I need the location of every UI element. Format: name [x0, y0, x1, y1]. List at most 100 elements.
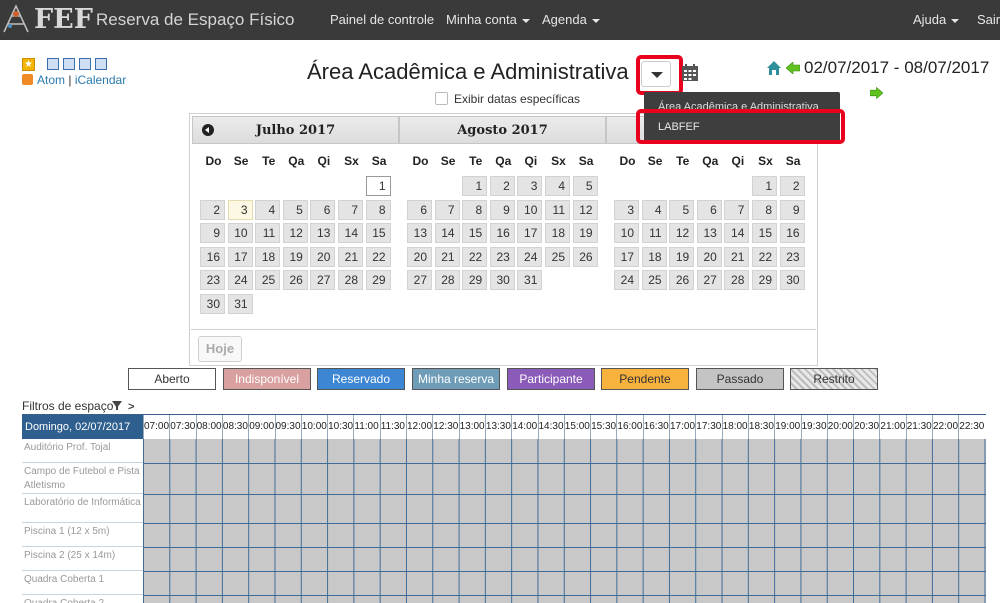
calendar-day[interactable]: 12 [282, 223, 308, 243]
room-label[interactable]: Piscina 2 (25 x 14m) [22, 547, 143, 571]
calendar-day[interactable]: 17 [517, 223, 543, 243]
calendar-day[interactable]: 24 [227, 270, 253, 290]
calendar-day[interactable]: 1 [752, 176, 777, 196]
calendar-day[interactable]: 8 [462, 199, 488, 220]
room-label[interactable]: Laboratório de Informática [22, 494, 143, 523]
calendar-day[interactable]: 4 [641, 199, 667, 220]
calendar-day[interactable]: 7 [338, 199, 363, 220]
calendar-day[interactable]: 12 [669, 223, 695, 243]
calendar-day[interactable]: 3 [614, 199, 639, 220]
calendar-day[interactable]: 14 [724, 223, 750, 243]
calendar-day[interactable]: 29 [462, 270, 488, 290]
calendar-day[interactable]: 23 [200, 270, 225, 290]
calendar-day[interactable]: 2 [489, 176, 515, 196]
icalendar-link[interactable]: iCalendar [75, 73, 126, 87]
calendar-day[interactable]: 3 [517, 176, 543, 196]
today-button[interactable]: Hoje [198, 336, 242, 362]
view-day-icon[interactable] [47, 58, 59, 70]
calendar-day[interactable]: 18 [255, 246, 281, 267]
calendar-day[interactable]: 1 [365, 176, 391, 196]
calendar-day[interactable]: 10 [614, 223, 639, 243]
calendar-day[interactable]: 4 [545, 176, 570, 196]
room-label[interactable]: Quadra Coberta 2 [22, 595, 143, 603]
view-month-icon[interactable] [95, 58, 107, 70]
calendar-day[interactable]: 16 [779, 223, 805, 243]
calendar-day[interactable]: 2 [779, 176, 805, 196]
calendar-day[interactable]: 28 [434, 270, 460, 290]
specific-dates-checkbox[interactable] [435, 92, 448, 105]
calendar-day[interactable]: 13 [310, 223, 336, 243]
nav-painel-de-controle[interactable]: Painel de controle [330, 12, 434, 27]
calendar-day[interactable]: 14 [434, 223, 460, 243]
nav-sair[interactable]: Sair [977, 12, 1000, 27]
calendar-day[interactable]: 8 [365, 199, 391, 220]
calendar-day[interactable]: 3 [227, 199, 253, 220]
calendar-day[interactable]: 29 [752, 270, 777, 290]
calendar-day[interactable]: 13 [407, 223, 432, 243]
calendar-day[interactable]: 16 [200, 246, 225, 267]
calendar-day[interactable]: 28 [724, 270, 750, 290]
calendar-day[interactable]: 28 [338, 270, 363, 290]
calendar-day[interactable]: 23 [779, 246, 805, 267]
calendar-day[interactable]: 15 [365, 223, 391, 243]
calendar-day[interactable]: 25 [545, 246, 570, 267]
calendar-day[interactable]: 12 [572, 199, 598, 220]
calendar-day[interactable]: 30 [779, 270, 805, 290]
calendar-day[interactable]: 24 [614, 270, 639, 290]
calendar-day[interactable]: 9 [489, 199, 515, 220]
calendar-day[interactable]: 1 [462, 176, 488, 196]
calendar-day[interactable]: 27 [696, 270, 722, 290]
view-week-icon[interactable] [63, 58, 75, 70]
calendar-day[interactable]: 15 [462, 223, 488, 243]
calendar-day[interactable]: 20 [696, 246, 722, 267]
calendar-day[interactable]: 26 [669, 270, 695, 290]
calendar-icon[interactable] [682, 64, 698, 81]
nav-ajuda[interactable]: Ajuda [913, 12, 960, 27]
calendar-day[interactable]: 15 [752, 223, 777, 243]
calendar-day[interactable]: 19 [282, 246, 308, 267]
calendar-day[interactable]: 25 [255, 270, 281, 290]
calendar-day[interactable]: 17 [227, 246, 253, 267]
calendar-day[interactable]: 26 [572, 246, 598, 267]
calendar-day[interactable]: 22 [365, 246, 391, 267]
calendar-day[interactable]: 5 [572, 176, 598, 196]
calendar-day[interactable]: 8 [752, 199, 777, 220]
calendar-day[interactable]: 24 [517, 246, 543, 267]
calendar-day[interactable]: 31 [227, 293, 253, 314]
calendar-day[interactable]: 7 [724, 199, 750, 220]
calendar-day[interactable]: 21 [338, 246, 363, 267]
calendar-day[interactable]: 18 [641, 246, 667, 267]
calendar-day[interactable]: 4 [255, 199, 281, 220]
room-label[interactable]: Piscina 1 (12 x 5m) [22, 523, 143, 547]
calendar-day[interactable]: 14 [338, 223, 363, 243]
room-label[interactable]: Auditório Prof. Tojal [22, 439, 143, 463]
calendar-day[interactable]: 21 [724, 246, 750, 267]
view-list-icon[interactable] [79, 58, 91, 70]
calendar-day[interactable]: 27 [407, 270, 432, 290]
calendar-day[interactable]: 6 [407, 199, 432, 220]
calendar-day[interactable]: 6 [310, 199, 336, 220]
calendar-day[interactable]: 25 [641, 270, 667, 290]
calendar-day[interactable]: 11 [545, 199, 570, 220]
calendar-day[interactable]: 5 [669, 199, 695, 220]
home-icon[interactable] [766, 60, 782, 76]
previous-week-arrow-icon[interactable] [786, 62, 800, 74]
calendar-day[interactable]: 23 [489, 246, 515, 267]
calendar-day[interactable]: 29 [365, 270, 391, 290]
calendar-day[interactable]: 16 [489, 223, 515, 243]
calendar-day[interactable]: 11 [641, 223, 667, 243]
calendar-day[interactable]: 18 [545, 223, 570, 243]
brand-title[interactable]: Reserva de Espaço Físico [96, 10, 294, 30]
calendar-day[interactable]: 30 [489, 270, 515, 290]
chevron-right-icon[interactable]: > [128, 401, 134, 413]
calendar-day[interactable]: 20 [310, 246, 336, 267]
previous-month-icon[interactable] [202, 124, 214, 136]
calendar-day[interactable]: 31 [517, 270, 543, 290]
nav-minha-conta[interactable]: Minha conta [446, 12, 530, 27]
calendar-day[interactable]: 22 [752, 246, 777, 267]
calendar-day[interactable]: 13 [696, 223, 722, 243]
calendar-day[interactable]: 9 [779, 199, 805, 220]
calendar-day[interactable]: 19 [669, 246, 695, 267]
calendar-day[interactable]: 27 [310, 270, 336, 290]
favorite-star-icon[interactable]: ★ [22, 58, 35, 71]
